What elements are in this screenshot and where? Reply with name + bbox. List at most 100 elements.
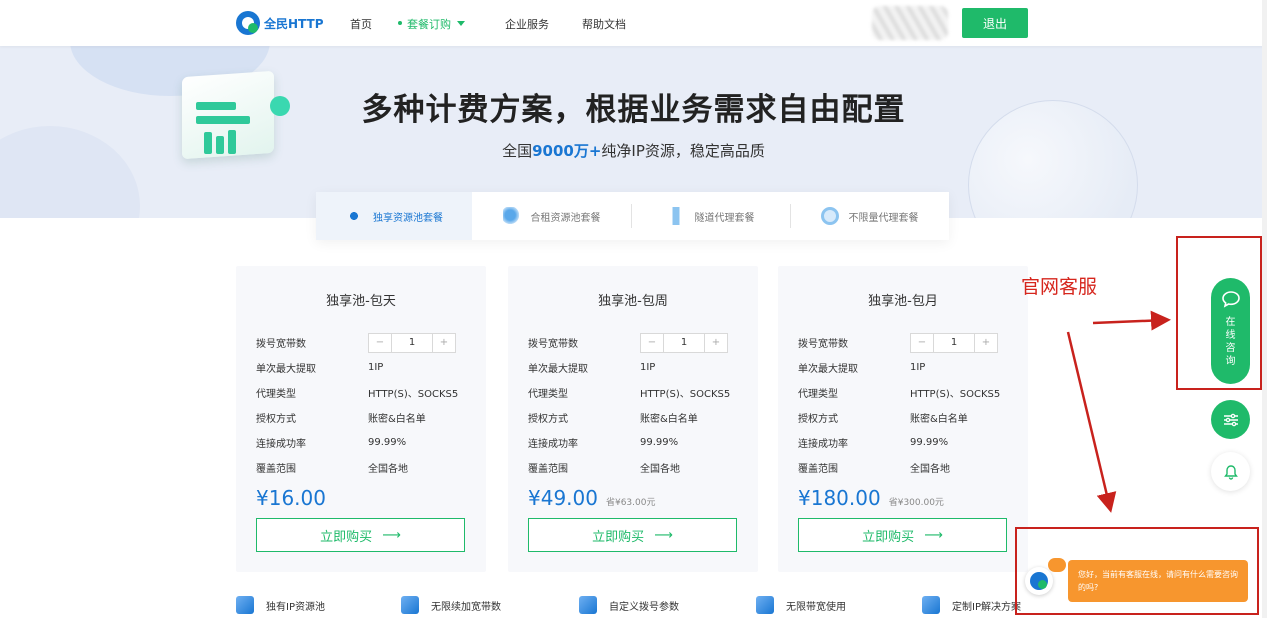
spec-row-proxy-type: 代理类型 HTTP(S)、SOCKS5	[528, 380, 748, 405]
arrow-right-icon: ⟶	[654, 527, 673, 543]
feature-label: 无限带宽使用	[786, 601, 846, 613]
spec-label: 拨号宽带数	[256, 339, 306, 350]
buy-now-button[interactable]: 立即购买 ⟶	[528, 518, 737, 552]
spec-label: 授权方式	[798, 414, 838, 425]
spec-row-coverage: 覆盖范围 全国各地	[528, 455, 748, 480]
spec-value: 1IP	[910, 362, 926, 373]
spec-label: 覆盖范围	[798, 464, 838, 475]
feature-label: 自定义拨号参数	[609, 601, 679, 613]
logo-icon	[236, 11, 260, 35]
scrollbar[interactable]	[1262, 0, 1267, 618]
logout-button[interactable]: 退出	[962, 8, 1028, 38]
buy-label: 立即购买	[320, 529, 373, 545]
quantity-input[interactable]: 1	[663, 333, 705, 352]
spec-label: 拨号宽带数	[798, 339, 848, 350]
user-avatar[interactable]	[872, 6, 948, 40]
tab-unlimited-proxy[interactable]: 不限量代理套餐	[790, 192, 949, 240]
exclusive-pool-icon	[345, 207, 363, 225]
spec-row-auth: 授权方式 账密&白名单	[528, 405, 748, 430]
quantity-input[interactable]: 1	[391, 333, 433, 352]
annotation-label: 官网客服	[1021, 276, 1098, 298]
feature-item: 无限带宽使用	[756, 596, 846, 614]
package-card-week: 独享池-包周 拨号宽带数 −1 + 单次最大提取 1IP 代理类型 HTTP(S)、S…	[508, 266, 758, 572]
feature-item: 独有IP资源池	[236, 596, 325, 614]
chat-popup[interactable]: 您好，当前有客服在线，请问有什么需要咨询的吗?	[1068, 560, 1248, 602]
buy-now-button[interactable]: 立即购买 ⟶	[798, 518, 1007, 552]
tab-shared-pool[interactable]: 合租资源池套餐	[472, 192, 631, 240]
chat-avatar[interactable]	[1025, 567, 1053, 595]
feature-label: 无限续加宽带数	[431, 601, 501, 613]
arrow-right-icon: ⟶	[924, 527, 943, 543]
consult-char: 咨	[1225, 343, 1236, 354]
spec-row-success: 连接成功率 99.99%	[528, 430, 748, 455]
spec-value: HTTP(S)、SOCKS5	[368, 389, 459, 400]
top-navbar: 全民HTTP 首页 套餐订购 企业服务 帮助文档 退出	[0, 0, 1267, 46]
arrow-to-consult	[1092, 310, 1171, 331]
spec-value: HTTP(S)、SOCKS5	[910, 389, 1001, 400]
increment-button[interactable]: +	[705, 334, 727, 352]
spec-row-bandwidth: 拨号宽带数 −1 +	[256, 330, 476, 355]
buy-label: 立即购买	[592, 529, 645, 545]
quantity-input[interactable]: 1	[933, 333, 975, 352]
spec-row-extract: 单次最大提取 1IP	[528, 355, 748, 380]
spec-list: 拨号宽带数 −1 + 单次最大提取 1IP 代理类型 HTTP(S)、SOCKS5 授…	[798, 330, 1018, 480]
tunnel-proxy-icon	[666, 207, 685, 225]
increment-button[interactable]: +	[433, 334, 455, 352]
tab-divider	[631, 204, 632, 228]
spec-value: 99.99%	[640, 437, 679, 448]
chat-message: 您好，当前有客服在线，请问有什么需要咨询的吗?	[1078, 570, 1238, 592]
buy-label: 立即购买	[862, 529, 915, 545]
tab-tunnel-proxy[interactable]: 隧道代理套餐	[631, 192, 790, 240]
spec-label: 单次最大提取	[798, 364, 858, 375]
chevron-down-icon[interactable]	[457, 21, 465, 26]
nav-docs[interactable]: 帮助文档	[582, 16, 626, 32]
spec-label: 单次最大提取	[528, 364, 588, 375]
buy-now-button[interactable]: 立即购买 ⟶	[256, 518, 465, 552]
spec-value: 全国各地	[910, 464, 950, 475]
spec-row-extract: 单次最大提取 1IP	[256, 355, 476, 380]
arrow-right-icon: ⟶	[382, 527, 401, 543]
nav-packages[interactable]: 套餐订购	[407, 16, 451, 32]
subtitle-suffix: 纯净IP资源，稳定高品质	[601, 142, 765, 160]
unlimited-bandwidth-icon	[756, 596, 774, 614]
notification-button[interactable]	[1211, 452, 1250, 491]
spec-label: 拨号宽带数	[528, 339, 578, 350]
spec-row-proxy-type: 代理类型 HTTP(S)、SOCKS5	[256, 380, 476, 405]
increment-button[interactable]: +	[975, 334, 997, 352]
spec-row-bandwidth: 拨号宽带数 −1 +	[798, 330, 1018, 355]
spec-value: 账密&白名单	[910, 414, 968, 425]
online-consult-button[interactable]: 在线咨询	[1211, 278, 1250, 384]
savings: 省¥300.00元	[888, 498, 944, 508]
package-tabs: 独享资源池套餐 合租资源池套餐 隧道代理套餐 不限量代理套餐	[316, 192, 949, 240]
decrement-button[interactable]: −	[641, 334, 663, 352]
spec-label: 代理类型	[256, 389, 296, 400]
card-title: 独享池-包周	[598, 294, 668, 309]
nav-home[interactable]: 首页	[350, 16, 372, 32]
spec-value: 账密&白名单	[368, 414, 426, 425]
spec-value: 1IP	[368, 362, 384, 373]
consult-char: 在	[1225, 317, 1236, 328]
decrement-button[interactable]: −	[369, 334, 391, 352]
page-subtitle: 全国9000万+纯净IP资源，稳定高品质	[0, 140, 1267, 161]
logo[interactable]: 全民HTTP	[236, 11, 324, 35]
spec-row-coverage: 覆盖范围 全国各地	[256, 455, 476, 480]
spec-list: 拨号宽带数 −1 + 单次最大提取 1IP 代理类型 HTTP(S)、SOCKS5 授…	[528, 330, 748, 480]
arrow-to-chat	[1066, 331, 1117, 513]
package-card-month: 独享池-包月 拨号宽带数 −1 + 单次最大提取 1IP 代理类型 HTTP(S)、S…	[778, 266, 1028, 572]
spec-label: 代理类型	[528, 389, 568, 400]
card-title: 独享池-包天	[326, 294, 396, 309]
settings-button[interactable]	[1211, 400, 1250, 439]
subtitle-highlight: 9000万+	[532, 142, 602, 160]
spec-row-success: 连接成功率 99.99%	[256, 430, 476, 455]
logo-text: 全民HTTP	[264, 16, 324, 31]
tab-label: 独享资源池套餐	[373, 212, 443, 224]
active-dot-icon	[398, 21, 402, 25]
bandwidth-icon	[401, 596, 419, 614]
decrement-button[interactable]: −	[911, 334, 933, 352]
spec-value: 账密&白名单	[640, 414, 698, 425]
nav-enterprise[interactable]: 企业服务	[505, 16, 549, 32]
spec-label: 授权方式	[528, 414, 568, 425]
consult-label: 在线咨询	[1225, 316, 1237, 368]
tab-exclusive-pool[interactable]: 独享资源池套餐	[316, 192, 472, 240]
spec-row-extract: 单次最大提取 1IP	[798, 355, 1018, 380]
